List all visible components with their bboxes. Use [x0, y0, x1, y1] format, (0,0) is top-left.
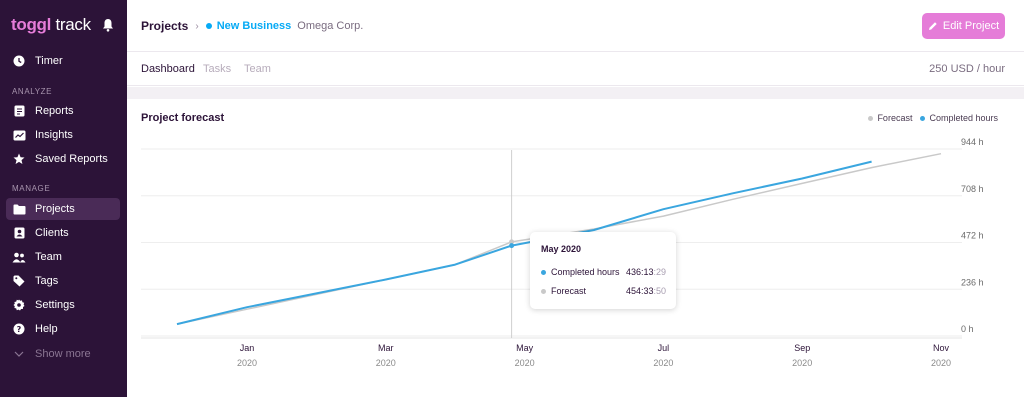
y-tick-label: 472 h [961, 231, 984, 241]
x-tick-month: Sep [794, 343, 810, 353]
tooltip-label-completed: Completed hours [551, 267, 620, 277]
y-tick-label: 708 h [961, 184, 984, 194]
sidebar-item-label: Settings [35, 299, 75, 311]
sidebar-item-label: Reports [35, 105, 74, 117]
sidebar-item-projects[interactable]: Projects [6, 198, 120, 220]
sidebar-item-team[interactable]: Team [6, 246, 120, 268]
sidebar-show-more[interactable]: Show more [6, 343, 120, 365]
x-tick-year: 2020 [515, 358, 535, 368]
sidebar-item-label: Projects [35, 203, 75, 215]
sidebar-item-timer[interactable]: Timer [6, 50, 120, 72]
sidebar-item-clients[interactable]: Clients [6, 222, 120, 244]
x-tick-month: Nov [933, 343, 950, 353]
point-completed [509, 243, 515, 249]
chart-tooltip: May 2020 Completed hours 436:13:29 Forec… [530, 232, 676, 309]
insights-icon [12, 128, 26, 142]
y-tick-label: 944 h [961, 137, 984, 147]
sidebar-item-help[interactable]: ? Help [6, 318, 120, 340]
x-tick-year: 2020 [237, 358, 257, 368]
sidebar-item-label: Clients [35, 227, 69, 239]
x-tick-year: 2020 [376, 358, 396, 368]
y-tick-label: 236 h [961, 277, 984, 287]
x-tick-month: Jan [240, 343, 255, 353]
star-icon [12, 152, 26, 166]
sidebar-item-label: Team [35, 251, 62, 263]
help-icon: ? [12, 322, 26, 336]
tooltip-title: May 2020 [541, 244, 582, 254]
x-tick-year: 2020 [792, 358, 812, 368]
logo-suffix: track [55, 15, 91, 34]
tooltip-value-completed-seconds: :29 [653, 267, 666, 277]
x-tick-year: 2020 [653, 358, 673, 368]
tooltip-value-forecast-seconds: :50 [653, 286, 666, 296]
x-tick-month: Mar [378, 343, 394, 353]
x-tick-year: 2020 [931, 358, 951, 368]
sidebar: toggl track Timer ANALYZE Reports Insigh… [0, 0, 127, 397]
toggl-track-logo[interactable]: toggl track [11, 15, 91, 35]
sidebar-item-tags[interactable]: Tags [6, 270, 120, 292]
gear-icon [12, 298, 26, 312]
report-icon [12, 104, 26, 118]
tooltip-value-forecast-main: 454:33 [625, 286, 654, 296]
sidebar-item-reports[interactable]: Reports [6, 100, 120, 122]
show-more-label: Show more [35, 348, 91, 360]
client-card-icon [12, 226, 26, 240]
tooltip-row-completed: Completed hours 436:13:29 [541, 267, 666, 277]
tooltip-dot-forecast [541, 288, 546, 294]
chevron-down-icon [12, 347, 26, 361]
main-content: Projects › New Business Omega Corp. Edit… [127, 0, 1024, 397]
sidebar-item-insights[interactable]: Insights [6, 124, 120, 146]
x-tick-month: May [516, 343, 534, 353]
team-icon [12, 250, 26, 264]
sidebar-section-analyze: ANALYZE [12, 87, 53, 96]
forecast-chart[interactable]: 944 h 708 h 472 h 236 h 0 h Jan 2020 Mar 2020 May… [127, 0, 1024, 397]
tooltip-label-forecast: Forecast [551, 286, 587, 296]
sidebar-item-label: Insights [35, 129, 73, 141]
logo-brand: toggl [11, 15, 52, 34]
y-tick-label: 0 h [961, 324, 974, 334]
x-tick-month: Jul [658, 343, 670, 353]
svg-text:?: ? [17, 325, 22, 334]
sidebar-item-saved-reports[interactable]: Saved Reports [6, 148, 120, 170]
sidebar-section-manage: MANAGE [12, 184, 51, 193]
tooltip-value-completed-main: 436:13 [625, 267, 654, 277]
sidebar-item-label: Tags [35, 275, 59, 287]
tooltip-dot-completed [541, 269, 546, 275]
tooltip-value-forecast: 454:33:50 [626, 286, 666, 296]
bell-icon[interactable] [102, 18, 114, 32]
folder-icon [12, 202, 26, 216]
tag-icon [12, 274, 26, 288]
sidebar-item-label: Saved Reports [35, 153, 108, 165]
tooltip-value-completed: 436:13:29 [626, 267, 666, 277]
clock-icon [12, 54, 26, 68]
tooltip-row-forecast: Forecast 454:33:50 [541, 286, 666, 296]
sidebar-item-settings[interactable]: Settings [6, 294, 120, 316]
sidebar-item-label: Timer [35, 55, 63, 67]
sidebar-item-label: Help [35, 323, 58, 335]
